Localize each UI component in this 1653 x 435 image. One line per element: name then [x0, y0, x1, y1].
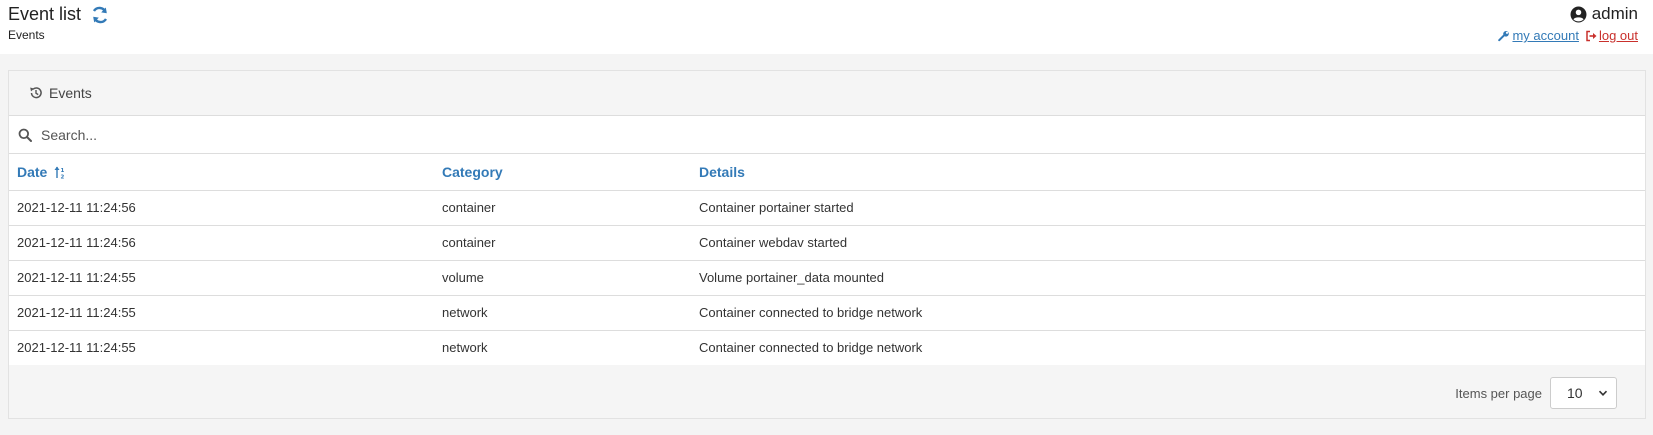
column-header-category[interactable]: Category	[434, 154, 691, 191]
refresh-icon[interactable]	[90, 5, 110, 25]
wrench-icon	[1498, 30, 1510, 42]
sort-ascending-icon: 1 2	[54, 166, 66, 179]
table-row: 2021-12-11 11:24:55 volume Volume portai…	[9, 260, 1645, 296]
table-row: 2021-12-11 11:24:56 container Container …	[9, 190, 1645, 226]
cell-details: Container webdav started	[691, 225, 1645, 261]
table-footer: Items per page 10	[9, 368, 1645, 418]
cell-date: 2021-12-11 11:24:56	[9, 190, 434, 226]
cell-details: Container connected to bridge network	[691, 295, 1645, 331]
cell-date: 2021-12-11 11:24:55	[17, 340, 136, 356]
events-widget: Events Date 1 2	[8, 70, 1646, 419]
widget-title: Events	[49, 85, 92, 101]
cell-details: Container portainer started	[691, 190, 1645, 226]
page-title-container: Event list	[8, 4, 110, 25]
cell-date: 2021-12-11 11:24:55	[9, 260, 434, 296]
history-icon	[29, 86, 43, 100]
sign-out-icon	[1585, 30, 1597, 42]
log-out-link[interactable]: log out	[1585, 28, 1638, 43]
cell-details: Volume portainer_data mounted	[691, 260, 1645, 296]
search-input[interactable]	[41, 126, 1621, 143]
user-info: admin	[1570, 4, 1638, 24]
breadcrumb: Events	[8, 28, 45, 42]
items-per-page-select[interactable]: 10	[1550, 377, 1617, 409]
cell-category: container	[434, 190, 691, 226]
events-table: Date 1 2 Category Details 2021-12-11 11:…	[9, 154, 1645, 365]
column-header-date-label: Date	[17, 163, 48, 180]
svg-text:1: 1	[61, 168, 65, 174]
cell-date: 2021-12-11 11:24:55	[9, 295, 434, 331]
cell-category: network	[434, 295, 691, 331]
svg-text:2: 2	[61, 174, 65, 179]
table-header-row: Date 1 2 Category Details	[9, 154, 1645, 191]
my-account-label: my account	[1512, 28, 1579, 43]
column-header-details[interactable]: Details	[691, 154, 1645, 191]
cell-details: Container connected to bridge network	[699, 340, 923, 356]
cell-category: network	[442, 340, 488, 356]
top-bar: Event list Events admin my account log o…	[0, 0, 1653, 54]
username: admin	[1591, 4, 1638, 23]
table-row: 2021-12-11 11:24:56 container Container …	[9, 225, 1645, 261]
table-row: 2021-12-11 11:24:55 network Container co…	[9, 330, 1645, 365]
cell-category: container	[434, 225, 691, 261]
cell-date: 2021-12-11 11:24:56	[9, 225, 434, 261]
chevron-down-icon	[1598, 388, 1608, 398]
cell-category: volume	[434, 260, 691, 296]
items-per-page-label: Items per page	[1455, 385, 1542, 401]
search-bar	[9, 116, 1645, 154]
column-header-date[interactable]: Date 1 2	[9, 154, 434, 191]
my-account-link[interactable]: my account	[1498, 28, 1579, 43]
table-row: 2021-12-11 11:24:55 network Container co…	[9, 295, 1645, 331]
page-title: Event list	[8, 4, 82, 24]
widget-header: Events	[9, 71, 1645, 116]
user-links: my account log out	[1498, 28, 1638, 43]
user-circle-icon	[1570, 6, 1587, 23]
log-out-label: log out	[1598, 28, 1638, 43]
search-icon	[18, 128, 32, 142]
items-per-page-value: 10	[1567, 385, 1583, 401]
